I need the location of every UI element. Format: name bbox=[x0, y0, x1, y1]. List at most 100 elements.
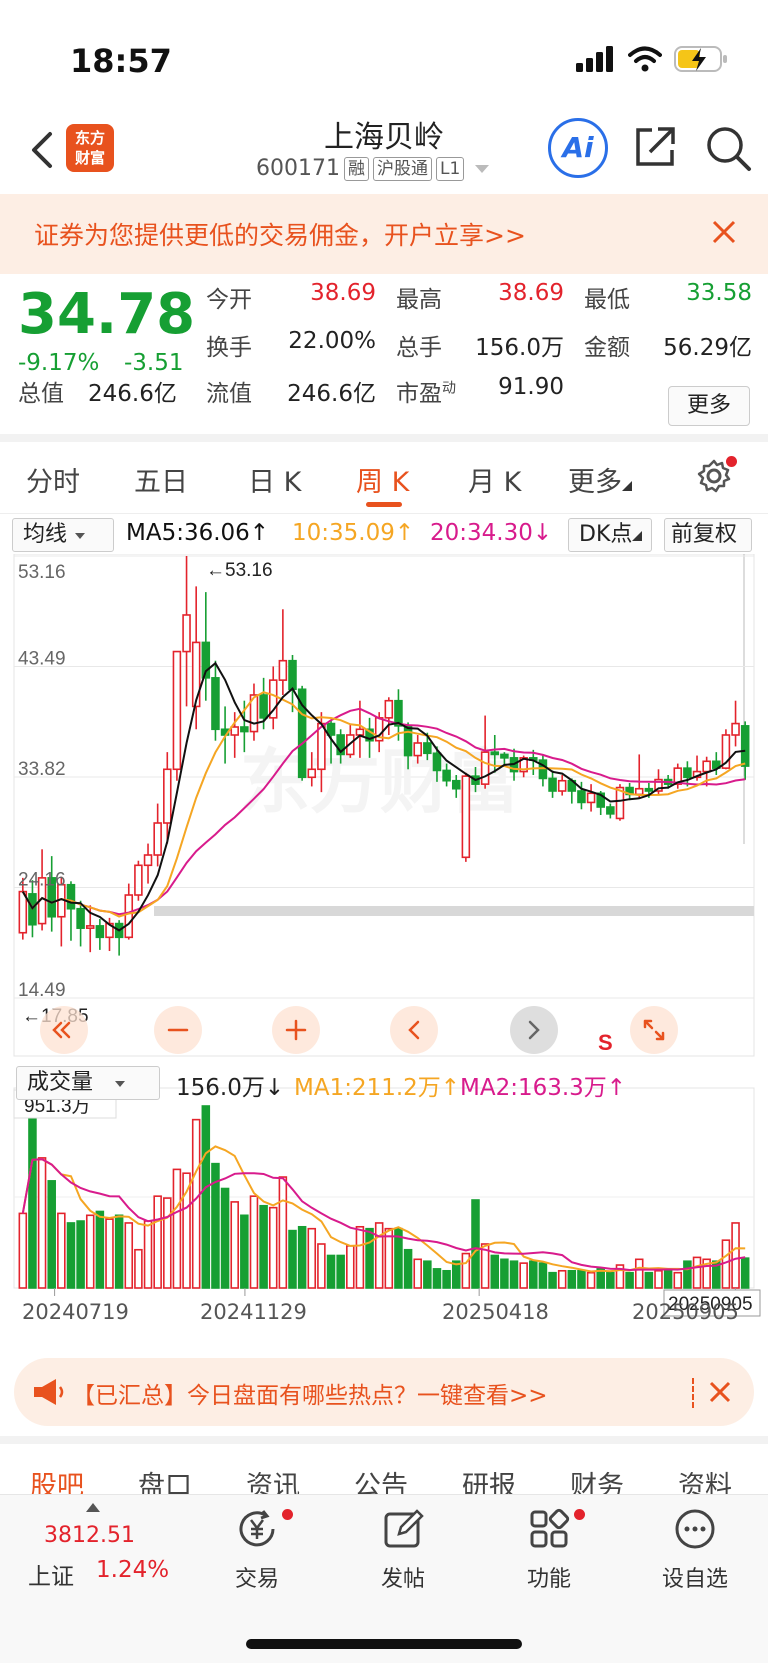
dropdown-triangle-icon bbox=[75, 533, 86, 539]
pan-left-button[interactable] bbox=[390, 1006, 438, 1054]
volume-bar-up bbox=[634, 1258, 644, 1289]
candle-up bbox=[163, 768, 172, 824]
ai-assistant-button[interactable]: Ai bbox=[548, 118, 608, 178]
volume-bar-down bbox=[423, 1260, 432, 1289]
candle-up bbox=[355, 728, 365, 736]
volume-bar-down bbox=[663, 1268, 673, 1289]
add-watchlist-button[interactable]: 设自选 bbox=[650, 1507, 740, 1593]
volume-bar-down bbox=[28, 1105, 37, 1289]
kline-chart[interactable]: 东方财富 53.1643.4933.8224.1614.49 ←53.16←17… bbox=[0, 554, 768, 1324]
ma-select[interactable]: 均线 bbox=[12, 518, 114, 552]
open-value: 38.69 bbox=[310, 280, 376, 306]
volume-bar-down bbox=[288, 1229, 297, 1289]
volume-bar-up bbox=[134, 1248, 143, 1289]
settings-notification-dot bbox=[726, 456, 737, 467]
high-label: 最高 bbox=[396, 287, 442, 313]
candle-up bbox=[230, 726, 239, 736]
more-dots-icon bbox=[675, 1509, 715, 1549]
current-price: 34.78 bbox=[18, 282, 196, 347]
dk-point-button[interactable]: DK点 bbox=[568, 518, 652, 552]
candle-up bbox=[461, 775, 471, 859]
volume-bar-down bbox=[114, 1214, 124, 1289]
close-icon bbox=[712, 220, 736, 244]
tab-monthly-k[interactable]: 月 K bbox=[468, 460, 521, 499]
candle-up bbox=[124, 894, 134, 939]
volume-bar-down bbox=[403, 1248, 413, 1289]
volume-bar-down bbox=[683, 1260, 692, 1289]
promo-banner[interactable]: 证券为您提供更低的交易佣金，开户立享>> bbox=[0, 194, 768, 274]
index-value[interactable]: 3812.51 bbox=[44, 1523, 135, 1548]
volume-bar-down bbox=[740, 1257, 750, 1289]
volume-ma2: MA2:163.3万↑ bbox=[460, 1075, 627, 1101]
stock-code: 600171 bbox=[256, 156, 340, 181]
wifi-icon bbox=[628, 46, 662, 72]
volume-bar-up bbox=[230, 1201, 239, 1289]
mktcap-label: 总值 bbox=[18, 381, 64, 407]
search-button[interactable] bbox=[704, 124, 752, 172]
volume-select[interactable]: 成交量 bbox=[16, 1066, 160, 1100]
volume-bar-up bbox=[692, 1256, 702, 1289]
expand-arrow-icon[interactable] bbox=[86, 1503, 100, 1512]
amount-value: 56.29亿 bbox=[663, 335, 752, 361]
volume-bar-up bbox=[586, 1271, 596, 1289]
volume-bar-up bbox=[143, 1220, 153, 1289]
volume-bar-up bbox=[172, 1168, 182, 1289]
control-circle bbox=[630, 1006, 678, 1054]
tab-weekly-k[interactable]: 周 K bbox=[356, 460, 409, 499]
volume-bar-up bbox=[191, 1118, 201, 1289]
candle-up bbox=[317, 722, 326, 771]
add-watchlist-label: 设自选 bbox=[661, 1567, 728, 1592]
volume-bar-down bbox=[66, 1222, 76, 1289]
candle-up bbox=[278, 659, 288, 681]
pan-right-button[interactable] bbox=[510, 1006, 558, 1054]
hot-topics-notice[interactable]: 【已汇总】今日盘面有哪些热点？一键查看>> bbox=[14, 1358, 754, 1426]
volume-bar-down bbox=[529, 1260, 538, 1289]
volume-select-label: 成交量 bbox=[27, 1070, 94, 1095]
float-value: 246.6亿 bbox=[287, 381, 376, 407]
volume-bar-up bbox=[557, 1269, 567, 1289]
post-button[interactable]: 发帖 bbox=[358, 1507, 448, 1593]
volume-bar-down bbox=[365, 1227, 374, 1289]
volume-value: 156.0万 bbox=[475, 335, 564, 361]
more-quote-button[interactable]: 更多 bbox=[668, 386, 750, 426]
candle-down bbox=[76, 907, 85, 929]
volume-bar-down bbox=[577, 1269, 586, 1289]
corner-triangle-icon bbox=[622, 481, 632, 491]
tag-connect: 沪股通 bbox=[372, 156, 432, 181]
index-name[interactable]: 上证 bbox=[28, 1557, 74, 1591]
low-value: 33.58 bbox=[686, 280, 752, 306]
ma10-value: 10:35.09↑ bbox=[292, 520, 415, 546]
volume-bar-up bbox=[519, 1262, 528, 1289]
candle-down bbox=[240, 726, 249, 733]
notice-text: 【已汇总】今日盘面有哪些热点？一键查看>> bbox=[72, 1383, 548, 1409]
cellular-signal-icon bbox=[576, 46, 613, 72]
volume-bar-up bbox=[249, 1195, 259, 1289]
volume-indicator-row: 成交量 156.0万↓ MA1:211.2万↑ MA2:163.3万↑ bbox=[0, 1062, 768, 1102]
candle-down bbox=[548, 777, 557, 792]
close-notice-button[interactable] bbox=[708, 1370, 732, 1412]
fullscreen-button[interactable] bbox=[630, 1006, 678, 1054]
pan-first-button[interactable] bbox=[40, 1006, 88, 1054]
stock-subtitle[interactable]: 600171 融 沪股通 L1 bbox=[256, 156, 490, 181]
adjustment-button[interactable]: 前复权 bbox=[664, 518, 752, 552]
content-tabs: 股吧 盘口 资讯 公告 研报 财务 资料 bbox=[0, 1436, 768, 1502]
candle-down bbox=[66, 883, 76, 910]
volume-bar-down bbox=[442, 1269, 451, 1289]
volume-bar-up bbox=[384, 1227, 394, 1289]
open-label: 今开 bbox=[206, 287, 252, 313]
volume-bar-up bbox=[105, 1218, 114, 1289]
share-button[interactable] bbox=[634, 124, 678, 168]
tab-intraday[interactable]: 分时 bbox=[26, 460, 80, 499]
bottom-toolbar: 3812.51 上证 1.24% 交易 发帖 功能 设自选 bbox=[0, 1494, 768, 1663]
zoom-out-button[interactable] bbox=[154, 1006, 202, 1054]
tab-five-day[interactable]: 五日 bbox=[134, 460, 188, 499]
candle-down bbox=[577, 790, 586, 804]
volume-bar-down bbox=[567, 1269, 577, 1289]
close-banner-button[interactable] bbox=[710, 210, 738, 255]
tab-more[interactable]: 更多 bbox=[568, 460, 632, 499]
tab-daily-k[interactable]: 日 K bbox=[248, 460, 301, 499]
megaphone-icon bbox=[34, 1379, 64, 1405]
zoom-in-button[interactable] bbox=[272, 1006, 320, 1054]
index-percent[interactable]: 1.24% bbox=[96, 1557, 169, 1583]
corner-triangle-icon bbox=[632, 531, 643, 541]
